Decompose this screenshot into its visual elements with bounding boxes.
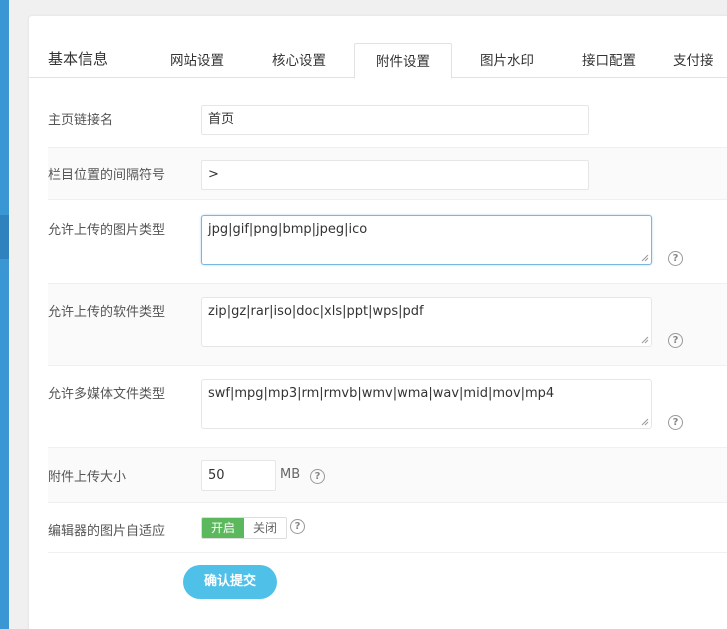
question-circle-icon[interactable]: ? (310, 469, 325, 484)
tab-payment[interactable]: 支付接 (673, 43, 727, 79)
settings-card: 基本信息 网站设置 核心设置 附件设置 图片水印 接口配置 支付接 主页链接名 … (29, 16, 727, 629)
image-types-textarea[interactable]: jpg|gif|png|bmp|jpeg|ico (201, 215, 652, 265)
upload-size-label: 附件上传大小 (48, 470, 127, 485)
media-types-label: 允许多媒体文件类型 (48, 387, 166, 402)
soft-types-textarea[interactable]: zip|gz|rar|iso|doc|xls|ppt|wps|pdf (201, 297, 652, 347)
image-types-label: 允许上传的图片类型 (48, 223, 166, 238)
upload-size-unit: MB (280, 467, 301, 482)
editor-adapt-toggle[interactable]: 开启 关闭 (201, 517, 287, 539)
tab-website-settings[interactable]: 网站设置 (151, 43, 243, 79)
side-nav-strip (0, 0, 9, 629)
home-link-label: 主页链接名 (48, 113, 114, 128)
row-soft-types: 允许上传的软件类型 zip|gz|rar|iso|doc|xls|ppt|wps… (48, 284, 727, 366)
question-circle-icon[interactable]: ? (668, 415, 683, 430)
separator-label: 栏目位置的间隔符号 (48, 168, 166, 183)
tab-image-watermark[interactable]: 图片水印 (461, 43, 553, 79)
toggle-off-option[interactable]: 关闭 (244, 518, 286, 538)
side-nav-active-segment (0, 215, 9, 259)
image-types-value: jpg|gif|png|bmp|jpeg|ico (208, 222, 368, 237)
tab-interface-config[interactable]: 接口配置 (563, 43, 655, 79)
row-image-types: 允许上传的图片类型 jpg|gif|png|bmp|jpeg|ico ? (48, 200, 727, 284)
row-media-types: 允许多媒体文件类型 swf|mpg|mp3|rm|rmvb|wmv|wma|wa… (48, 366, 727, 448)
home-link-input[interactable]: 首页 (201, 105, 589, 135)
toggle-on-option[interactable]: 开启 (202, 518, 244, 538)
section-title: 基本信息 (48, 50, 109, 68)
row-separator: 栏目位置的间隔符号 > (48, 148, 727, 200)
editor-adapt-label: 编辑器的图片自适应 (48, 524, 166, 539)
resize-grip-icon[interactable] (641, 254, 649, 262)
row-editor-adapt: 编辑器的图片自适应 开启 关闭 ? (48, 503, 727, 553)
tab-bar: 基本信息 网站设置 核心设置 附件设置 图片水印 接口配置 支付接 (29, 16, 727, 79)
row-upload-size: 附件上传大小 50 MB ? (48, 448, 727, 503)
question-circle-icon[interactable]: ? (668, 333, 683, 348)
soft-types-label: 允许上传的软件类型 (48, 305, 166, 320)
resize-grip-icon[interactable] (641, 418, 649, 426)
media-types-value: swf|mpg|mp3|rm|rmvb|wmv|wma|wav|mid|mov|… (208, 386, 555, 401)
soft-types-value: zip|gz|rar|iso|doc|xls|ppt|wps|pdf (208, 304, 424, 319)
resize-grip-icon[interactable] (641, 336, 649, 344)
upload-size-input[interactable]: 50 (201, 460, 276, 491)
separator-input[interactable]: > (201, 160, 589, 190)
row-home-link: 主页链接名 首页 (48, 94, 727, 148)
question-circle-icon[interactable]: ? (290, 519, 305, 534)
media-types-textarea[interactable]: swf|mpg|mp3|rm|rmvb|wmv|wma|wav|mid|mov|… (201, 379, 652, 429)
question-circle-icon[interactable]: ? (668, 251, 683, 266)
tab-core-settings[interactable]: 核心设置 (253, 43, 345, 79)
submit-button[interactable]: 确认提交 (183, 565, 277, 599)
tab-attachment-settings[interactable]: 附件设置 (354, 43, 452, 79)
